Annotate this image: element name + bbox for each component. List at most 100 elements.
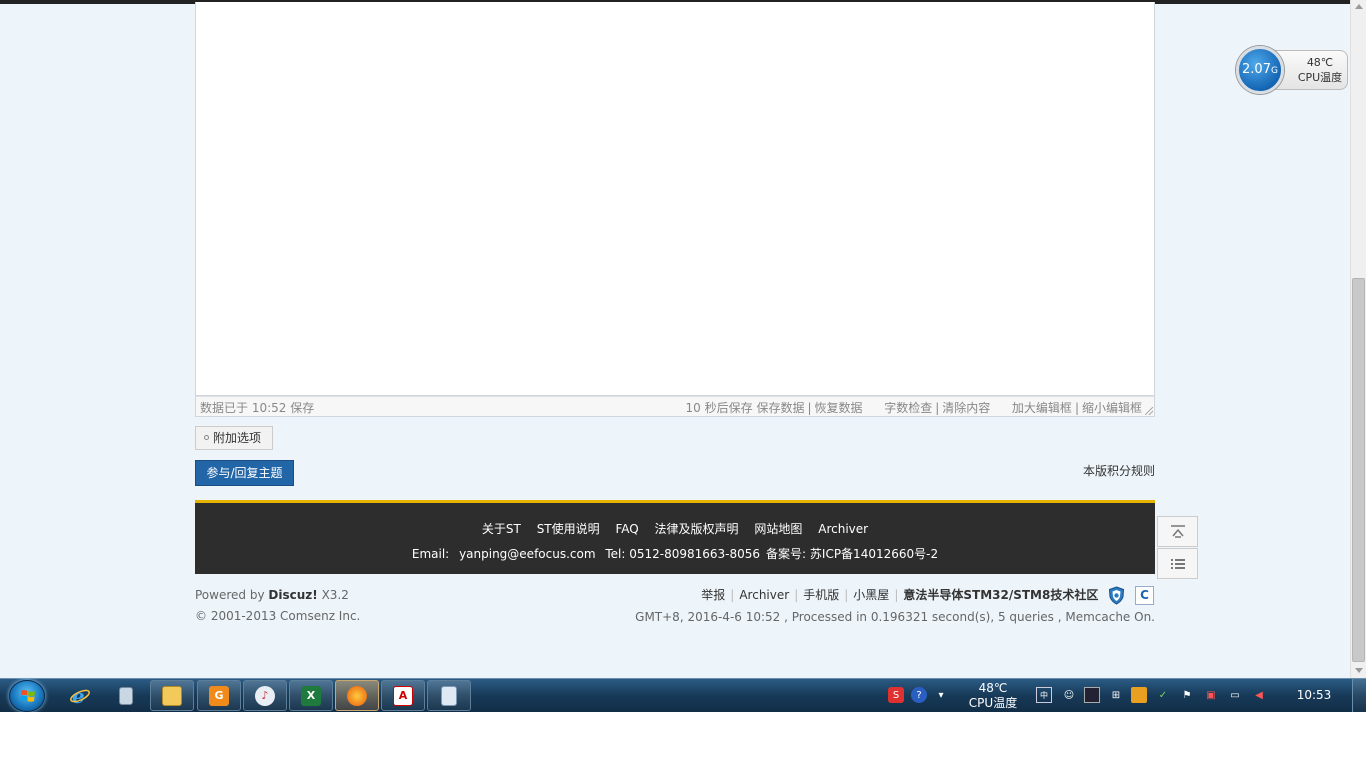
save-data-link[interactable]: 保存数据 [756,401,804,415]
taskbar-app-g[interactable]: G [197,680,241,711]
shield-check-icon[interactable]: ✓ [1155,687,1171,703]
safely-remove-icon[interactable]: ▣ [1203,687,1219,703]
attach-options-button[interactable]: 附加选项 [195,426,273,450]
blank-region [0,712,1366,768]
list-icon [1170,558,1185,569]
taskbar-pdf[interactable]: A [381,680,425,711]
icp-text: 备案号: 苏ICP备14012660号-2 [766,547,939,561]
footer-link-about[interactable]: 关于ST [482,522,521,536]
forum-rules-link[interactable]: 本版积分规则 [1083,462,1155,479]
editor-actions: 10 秒后保存 保存数据 | 恢复数据 字数检查 | 清除内容 加大编辑框 | 缩小编辑框 [686,399,1142,416]
shield-icon[interactable] [1108,586,1125,605]
copyright-text: © 2001-2013 Comsenz Inc. [195,609,361,623]
list-view-button[interactable] [1157,548,1198,579]
powered-prefix: Powered by [195,588,265,602]
windows-logo-icon [20,690,35,702]
scroll-down-icon[interactable] [1355,668,1363,673]
app-g-icon: G [209,685,229,706]
media-icon: ♪ [255,685,275,706]
footer-link-guide[interactable]: ST使用说明 [537,522,600,536]
archiver-link[interactable]: Archiver [739,588,789,602]
package-icon[interactable] [1131,687,1147,703]
users-icon[interactable]: ☺ [1061,687,1077,703]
email-link[interactable]: yanping@eefocus.com [459,547,595,561]
word-check-link[interactable]: 字数检查 [884,401,932,415]
taskbar-firefox[interactable] [335,680,379,711]
tray-temp-value: 48℃ [978,681,1008,695]
enlarge-editor-link[interactable]: 加大编辑框 [1012,401,1072,415]
processing-info: GMT+8, 2016-4-6 10:52 , Processed in 0.1… [635,610,1155,624]
reply-topic-button[interactable]: 参与/回复主题 [195,460,294,486]
ie-icon: e [70,685,90,707]
footer-link-sitemap[interactable]: 网站地图 [754,522,802,536]
side-toolbar [1157,516,1198,580]
footer-link-archiver[interactable]: Archiver [818,522,868,536]
attach-options-label: 附加选项 [213,431,262,445]
browser-viewport: 数据已于 10:52 保存 10 秒后保存 保存数据 | 恢复数据 字数检查 | 清除内… [0,0,1366,678]
monitor-icon[interactable] [1084,687,1100,703]
footer-contact: Email: yanping@eefocus.com Tel: 0512-809… [195,545,1155,562]
mobile-link[interactable]: 手机版 [803,588,839,602]
back-to-top-button[interactable] [1157,516,1198,547]
footer-nav: 举报 | Archiver | 手机版 | 小黑屋 | 意法半导体STM32/STM8技术社区 … [701,586,1154,605]
restore-data-link[interactable]: 恢复数据 [815,401,863,415]
shrink-editor-link[interactable]: 缩小编辑框 [1082,401,1142,415]
taskbar-calculator[interactable] [104,680,148,711]
tray-cpu-temp[interactable]: 48℃ CPU温度 [965,681,1021,711]
help-icon[interactable]: ? [911,687,927,703]
taskbar-excel[interactable]: X [289,680,333,711]
taskbar-ie[interactable]: e [58,680,102,711]
blacklist-link[interactable]: 小黑屋 [853,588,889,602]
notepad-icon [441,685,457,706]
start-button[interactable] [9,680,45,712]
resize-grip-icon[interactable] [1145,407,1153,415]
footer-link-legal[interactable]: 法律及版权声明 [655,522,739,536]
separator: | [807,401,812,415]
tel-text: Tel: 0512-80981663-8056 [605,547,761,561]
cpu-temp-value: 48℃ [1306,56,1334,69]
email-label: Email: [411,547,450,561]
discuz-link[interactable]: Discuz! [268,588,317,602]
cpu-freq-gauge: 2.07G [1236,46,1284,94]
show-desktop-button[interactable] [1352,679,1366,713]
cpu-freq-value: 2.07 [1242,62,1271,77]
volume-muted-icon[interactable]: ◀ [1251,687,1267,703]
site-footer: 关于ST ST使用说明 FAQ 法律及版权声明 网站地图 Archiver Em… [195,500,1155,574]
sogou-ime-icon[interactable]: S [888,687,904,703]
excel-icon: X [301,685,321,706]
scroll-thumb[interactable] [1352,278,1365,662]
editor-status-bar: 数据已于 10:52 保存 10 秒后保存 保存数据 | 恢复数据 字数检查 | 清除内… [195,396,1155,417]
tray-temp-label: CPU温度 [968,696,1018,710]
vertical-scrollbar[interactable] [1350,0,1366,678]
action-center-flag-icon[interactable]: ⚑ [1179,687,1195,703]
pdf-icon: A [393,685,413,706]
windows-tray-icon[interactable]: ⊞ [1108,687,1124,703]
editor-textarea[interactable] [195,2,1155,396]
taskbar-notepad[interactable] [427,680,471,711]
community-link[interactable]: 意法半导体STM32/STM8技术社区 [903,588,1098,602]
report-link[interactable]: 举报 [701,588,725,602]
taskbar-media[interactable]: ♪ [243,680,287,711]
saved-status-text: 数据已于 10:52 保存 [200,401,315,415]
taskbar-clock[interactable]: 10:53 [1290,688,1338,702]
cnzz-badge-icon[interactable]: C [1135,586,1154,605]
separator: | [1074,401,1079,415]
explorer-icon [162,685,182,706]
scroll-up-icon[interactable] [1355,4,1363,9]
calculator-icon [119,686,133,705]
footer-link-faq[interactable]: FAQ [615,522,638,536]
network-icon[interactable]: ▭ [1227,687,1243,703]
ime-toolbar-icon[interactable]: ▾ [933,687,949,703]
cpu-freq-unit: G [1270,66,1278,76]
autosave-countdown: 10 秒后保存 [685,401,753,415]
circle-icon [204,435,209,440]
taskbar-explorer[interactable] [150,680,194,711]
powered-version: X3.2 [321,588,349,602]
firefox-icon [347,685,367,706]
keyboard-icon[interactable]: 中 [1036,687,1052,703]
clear-content-link[interactable]: 清除内容 [942,401,990,415]
windows-taskbar: e G ♪ X A S ? ▾ 48℃ CPU温度 中 ☺ ⊞ ✓ ⚑ ▣ ▭ … [0,678,1366,713]
cpu-temp-label: CPU温度 [1297,71,1343,84]
powered-by: Powered by Discuz! X3.2 [195,588,349,602]
cpu-monitor-widget[interactable]: 48℃ CPU温度 2.07G [1236,46,1348,94]
